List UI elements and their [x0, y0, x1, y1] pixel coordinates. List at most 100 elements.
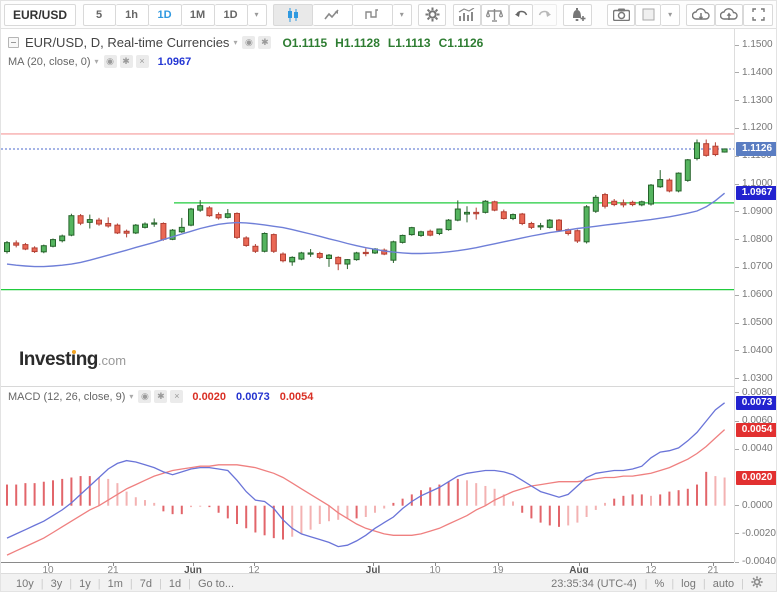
- fullscreen-button[interactable]: [743, 4, 773, 26]
- redo-button[interactable]: [533, 4, 557, 26]
- chart-title-caret-icon[interactable]: ▾: [233, 38, 237, 47]
- macd-histogram-bar: [420, 490, 422, 506]
- auto-scale-button[interactable]: auto: [706, 578, 741, 590]
- indicators-button[interactable]: [453, 4, 481, 26]
- candle: [428, 231, 433, 235]
- timeframe-dropdown-caret[interactable]: ▾: [248, 4, 267, 26]
- step-line-chart-icon[interactable]: [353, 4, 393, 26]
- compare-scales-icon: [486, 8, 503, 22]
- cloud-upload-icon: [720, 8, 738, 21]
- candle: [41, 246, 46, 252]
- undo-button[interactable]: [509, 4, 533, 26]
- macd-histogram-bar: [254, 506, 256, 533]
- range-1m[interactable]: 1m: [101, 578, 130, 590]
- clock: 23:35:34 (UTC-4): [543, 578, 645, 590]
- axis-settings-gear-icon[interactable]: [744, 576, 770, 591]
- indicators-icon: [458, 8, 475, 22]
- line-glyph: [324, 8, 340, 22]
- candle: [474, 212, 479, 213]
- candle: [14, 243, 19, 245]
- chart-legend: EUR/USD, D, Real-time Currencies ▾ ◉ ✱ O…: [8, 35, 483, 50]
- timeframe-1d-2[interactable]: 1D: [215, 4, 248, 26]
- symbol-button[interactable]: EUR/USD: [4, 4, 76, 26]
- range-3y[interactable]: 3y: [44, 578, 70, 590]
- settings-gear-button[interactable]: [418, 4, 446, 26]
- load-layout-button[interactable]: [686, 4, 714, 26]
- ma-visibility-icon[interactable]: ◉: [104, 55, 117, 68]
- macd-settings-icon[interactable]: ✱: [154, 390, 167, 403]
- macd-values: 0.0020 0.0073 0.0054: [192, 391, 313, 403]
- macd-histogram-bar: [218, 506, 220, 513]
- macd-histogram-bar: [448, 482, 450, 506]
- range-10y[interactable]: 10y: [9, 578, 41, 590]
- range-7d[interactable]: 7d: [133, 578, 159, 590]
- macd-remove-icon[interactable]: ×: [170, 390, 183, 403]
- macd-histogram-bar: [374, 506, 376, 513]
- macd-legend: MACD (12, 26, close, 9) ▾ ◉ ✱ × 0.0020 0…: [8, 390, 313, 403]
- percent-scale-button[interactable]: %: [648, 578, 672, 590]
- save-layout-button[interactable]: [715, 4, 743, 26]
- timeframe-1h[interactable]: 1h: [116, 4, 149, 26]
- series-settings-icon[interactable]: ✱: [258, 36, 271, 49]
- candlestick-chart-icon[interactable]: [273, 4, 313, 26]
- macd-chart-canvas[interactable]: [1, 387, 734, 562]
- candle: [547, 220, 552, 227]
- macd-caret-icon[interactable]: ▾: [129, 392, 133, 401]
- macd-histogram-bar: [622, 496, 624, 506]
- candles-layer: [5, 140, 728, 271]
- price-chart-canvas[interactable]: [1, 29, 734, 387]
- candle: [115, 225, 120, 233]
- macd-histogram-bar: [208, 506, 210, 507]
- candle: [713, 146, 718, 154]
- price-axis[interactable]: 1.15001.14001.13001.12001.11001.10001.09…: [734, 29, 777, 562]
- macd-histogram-bar: [549, 506, 551, 526]
- ma-remove-icon[interactable]: ×: [136, 55, 149, 68]
- ma-caret-icon[interactable]: ▾: [95, 57, 99, 66]
- timeframe-1d-active[interactable]: 1D: [149, 4, 182, 26]
- candle: [538, 226, 543, 227]
- candle: [152, 223, 157, 224]
- add-alert-button[interactable]: [563, 4, 591, 26]
- price-axis-tick: [735, 239, 739, 240]
- background-dropdown-caret[interactable]: ▾: [661, 4, 680, 26]
- visibility-icon[interactable]: ◉: [242, 36, 255, 49]
- macd-histogram-bar: [687, 489, 689, 506]
- candle: [520, 214, 525, 223]
- snapshot-button[interactable]: [607, 4, 635, 26]
- candle: [290, 257, 295, 261]
- open-value: O1.1115: [282, 36, 327, 50]
- goto-button[interactable]: Go to...: [191, 578, 241, 590]
- collapse-pane-icon[interactable]: [8, 37, 19, 48]
- macd-histogram-bar: [89, 476, 91, 506]
- timeframe-5[interactable]: 5: [83, 4, 116, 26]
- macd-histogram-bar: [80, 476, 82, 506]
- candle: [345, 260, 350, 264]
- macd-histogram-bar: [402, 499, 404, 506]
- macd-histogram-bar: [678, 490, 680, 506]
- macd-histogram-bar: [126, 492, 128, 506]
- macd-histogram-bar: [61, 479, 63, 506]
- macd-visibility-icon[interactable]: ◉: [138, 390, 151, 403]
- ma-settings-icon[interactable]: ✱: [120, 55, 133, 68]
- candle: [685, 160, 690, 181]
- timeframe-1m[interactable]: 1M: [182, 4, 215, 26]
- candle: [391, 242, 396, 260]
- ma-price-badge: 1.0967: [736, 186, 777, 200]
- macd-histogram-bar: [24, 483, 26, 506]
- compare-button[interactable]: [481, 4, 509, 26]
- macd-signal-line: [7, 430, 725, 555]
- line-chart-icon[interactable]: [313, 4, 353, 26]
- range-1y[interactable]: 1y: [72, 578, 98, 590]
- current-price-badge: 1.1126: [736, 142, 777, 156]
- background-color-button[interactable]: [635, 4, 661, 26]
- macd-histogram-bar: [696, 485, 698, 506]
- macd-histogram-bar: [135, 497, 137, 505]
- pane-divider[interactable]: [1, 386, 734, 387]
- chart-type-dropdown-caret[interactable]: ▾: [393, 4, 412, 26]
- price-axis-label: 1.1200: [742, 122, 773, 133]
- macd-histogram-bar: [668, 492, 670, 506]
- range-1d[interactable]: 1d: [162, 578, 188, 590]
- candle: [198, 206, 203, 210]
- log-scale-button[interactable]: log: [674, 578, 703, 590]
- candle: [409, 228, 414, 235]
